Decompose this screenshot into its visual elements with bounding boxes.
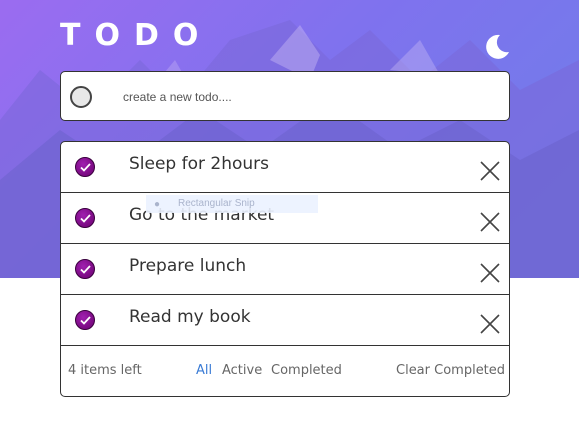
snip-label: Rectangular Snip (178, 198, 255, 209)
check-icon (80, 163, 91, 172)
todo-checkbox-checked[interactable] (75, 157, 95, 177)
items-left-count: 4 items left (68, 363, 142, 378)
todo-checkbox-checked[interactable] (75, 208, 95, 228)
check-icon (80, 265, 91, 274)
create-todo-checkbox[interactable] (70, 86, 92, 108)
close-icon (480, 263, 500, 283)
close-icon (480, 314, 500, 334)
todo-item: Read my book (61, 295, 509, 346)
todo-list: Sleep for 2hours Go to the market Prepar… (60, 141, 510, 397)
moon-icon (486, 34, 509, 59)
todo-item: Prepare lunch (61, 244, 509, 295)
delete-todo-button[interactable] (479, 262, 501, 284)
todo-checkbox-checked[interactable] (75, 310, 95, 330)
filter-all-button[interactable]: All (196, 363, 212, 378)
create-todo-bar (60, 71, 510, 121)
close-icon (480, 161, 500, 181)
close-icon (480, 212, 500, 232)
app-title: TODO (60, 18, 213, 53)
theme-toggle-button[interactable] (482, 32, 512, 62)
filter-completed-button[interactable]: Completed (271, 363, 342, 378)
todo-text: Read my book (129, 307, 251, 327)
todo-footer: 4 items left All Active Completed Clear … (61, 346, 509, 396)
filter-active-button[interactable]: Active (222, 363, 262, 378)
delete-todo-button[interactable] (479, 211, 501, 233)
check-icon (80, 316, 91, 325)
rectangular-snip-tooltip: ● Rectangular Snip (146, 195, 318, 213)
delete-todo-button[interactable] (479, 313, 501, 335)
check-icon (80, 214, 91, 223)
bullet-icon: ● (154, 199, 161, 210)
todo-text: Prepare lunch (129, 256, 247, 276)
todo-checkbox-checked[interactable] (75, 259, 95, 279)
clear-completed-button[interactable]: Clear Completed (396, 363, 505, 378)
todo-text: Sleep for 2hours (129, 154, 270, 174)
delete-todo-button[interactable] (479, 160, 501, 182)
todo-item: Sleep for 2hours (61, 142, 509, 193)
create-todo-input[interactable] (123, 84, 493, 110)
